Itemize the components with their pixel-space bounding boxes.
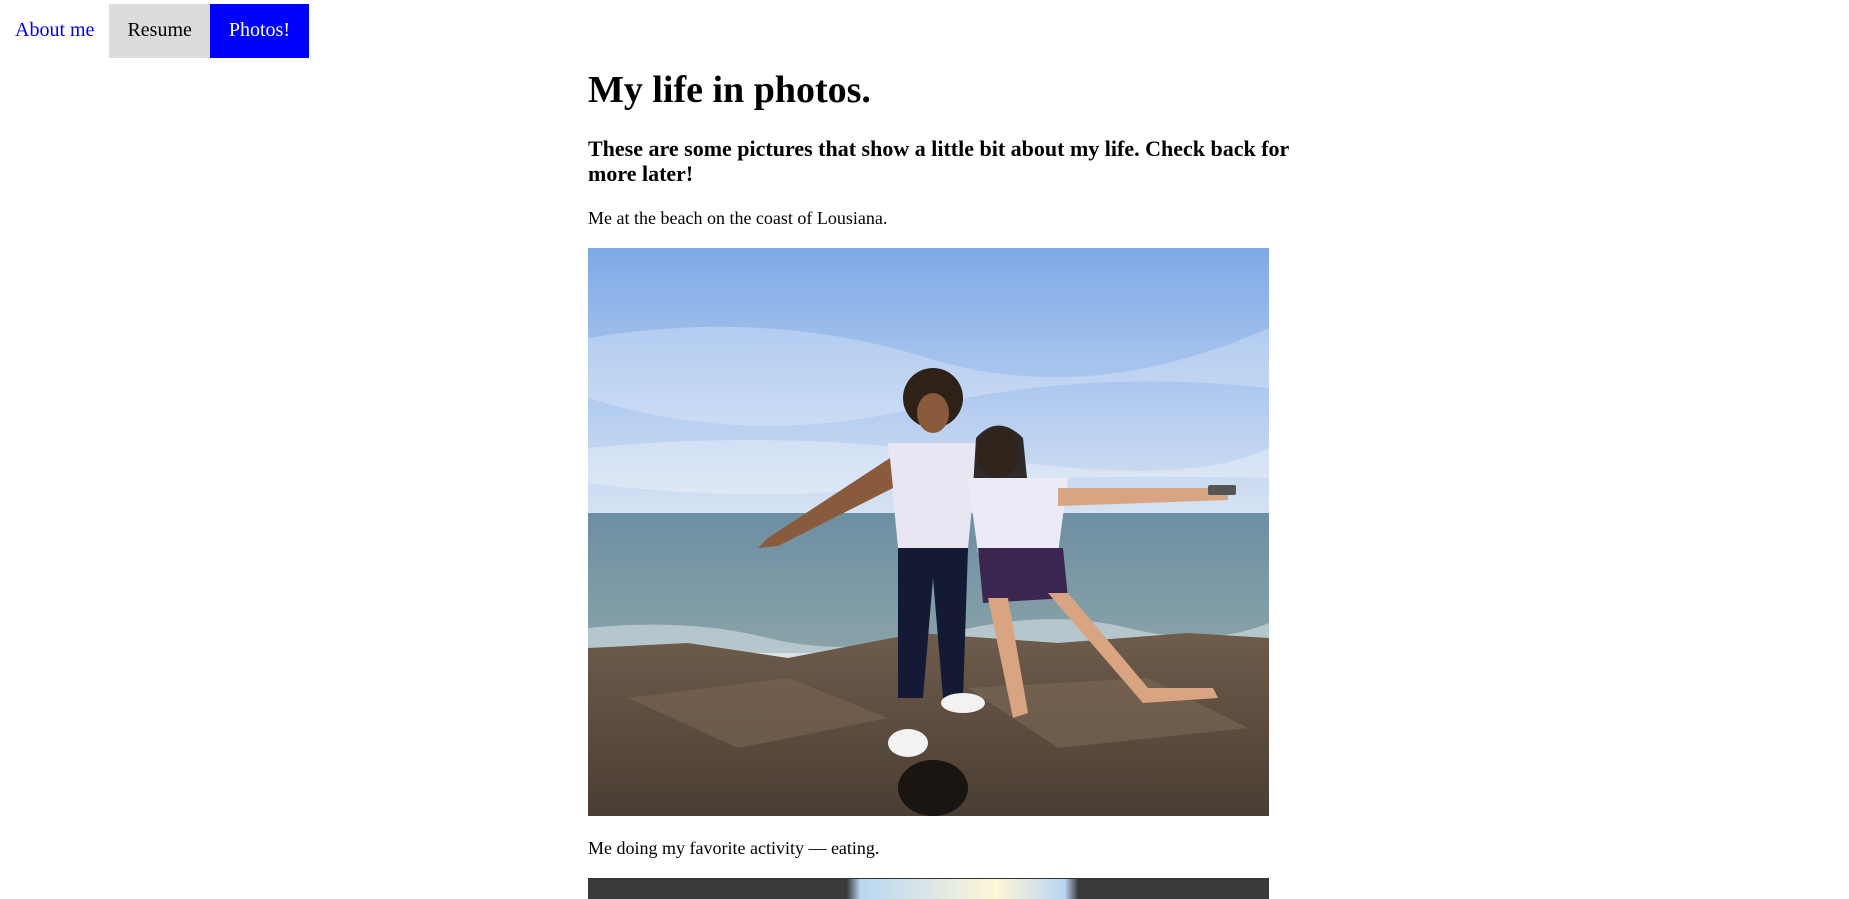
beach-photo bbox=[588, 248, 1269, 816]
photo-caption-beach: Me at the beach on the coast of Lousiana… bbox=[588, 208, 888, 228]
photo-caption-eating: Me doing my favorite activity — eating. bbox=[588, 838, 880, 858]
nav-photos-link[interactable]: Photos! bbox=[209, 4, 309, 58]
nav-resume-link[interactable]: Resume bbox=[109, 4, 210, 58]
page-title: My life in photos. bbox=[588, 69, 871, 111]
top-nav: About me Resume Photos! bbox=[0, 4, 309, 58]
nav-about-me-link[interactable]: About me bbox=[0, 4, 109, 58]
eating-photo bbox=[588, 878, 1269, 899]
page-subtitle: These are some pictures that show a litt… bbox=[588, 136, 1289, 186]
